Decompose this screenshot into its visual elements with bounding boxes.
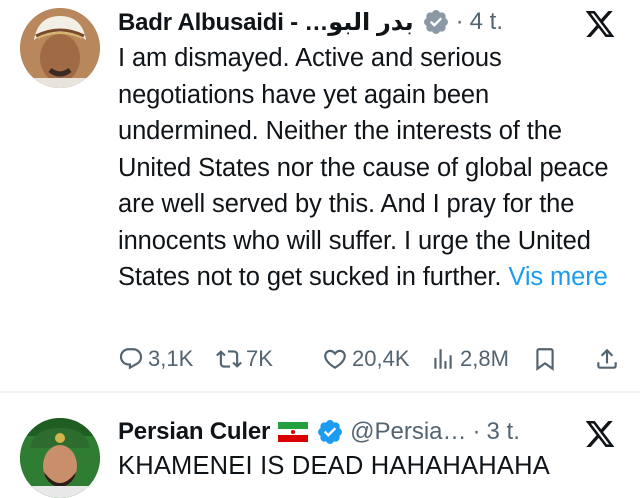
x-logo-icon[interactable] xyxy=(584,418,616,450)
share-button[interactable] xyxy=(594,341,624,377)
author-name[interactable]: Badr Albusaidi - …بدر البو xyxy=(118,8,414,37)
repost-icon xyxy=(216,350,242,368)
avatar-photo xyxy=(20,418,100,498)
post-time[interactable]: 4 t. xyxy=(470,8,503,36)
show-more-link[interactable]: Vis mere xyxy=(508,263,607,291)
like-count: 20,4K xyxy=(352,346,410,371)
views-count: 2,8M xyxy=(460,346,509,371)
separator-dot: · xyxy=(455,8,464,35)
reply-count: 3,1K xyxy=(148,346,194,371)
avatar[interactable] xyxy=(20,418,100,498)
avatar[interactable] xyxy=(20,8,100,88)
bookmark-button[interactable] xyxy=(532,341,562,377)
x-logo-icon[interactable] xyxy=(584,8,616,40)
tweet-text: I am dismayed. Active and serious negoti… xyxy=(118,40,618,296)
bookmark-icon xyxy=(536,348,554,371)
tweet-text: KHAMENEI IS DEAD HAHAHAHAHA xyxy=(118,452,550,480)
tweet-header: Badr Albusaidi - …بدر البو · 4 t. xyxy=(118,4,503,40)
reply-button[interactable]: 3,1K xyxy=(118,341,193,377)
views-button[interactable]: 2,8M xyxy=(430,341,509,377)
verified-badge-icon xyxy=(318,420,343,444)
views-icon xyxy=(434,349,452,369)
action-bar: 3,1K 7K 20,4K 2,8M xyxy=(118,341,623,377)
verified-badge-icon xyxy=(423,10,448,34)
separator-dot: · xyxy=(472,418,481,445)
heart-icon xyxy=(324,349,346,369)
post-time[interactable]: 3 t. xyxy=(487,418,520,446)
repost-count: 7K xyxy=(246,346,273,371)
author-name[interactable]: Persian Culer xyxy=(118,418,270,446)
author-handle[interactable]: @Persia… xyxy=(350,418,466,446)
tweet-body: I am dismayed. Active and serious negoti… xyxy=(118,44,609,291)
avatar-photo xyxy=(20,8,100,88)
share-icon xyxy=(597,348,617,369)
iran-flag-icon xyxy=(278,422,309,442)
tweet-header: Persian Culer @Persia… · 3 t. xyxy=(118,414,520,450)
repost-button[interactable]: 7K xyxy=(216,341,273,377)
tweet[interactable]: Badr Albusaidi - …بدر البو · 4 t. I am d… xyxy=(0,0,640,392)
like-button[interactable]: 20,4K xyxy=(322,341,410,377)
reply-icon xyxy=(119,348,143,370)
